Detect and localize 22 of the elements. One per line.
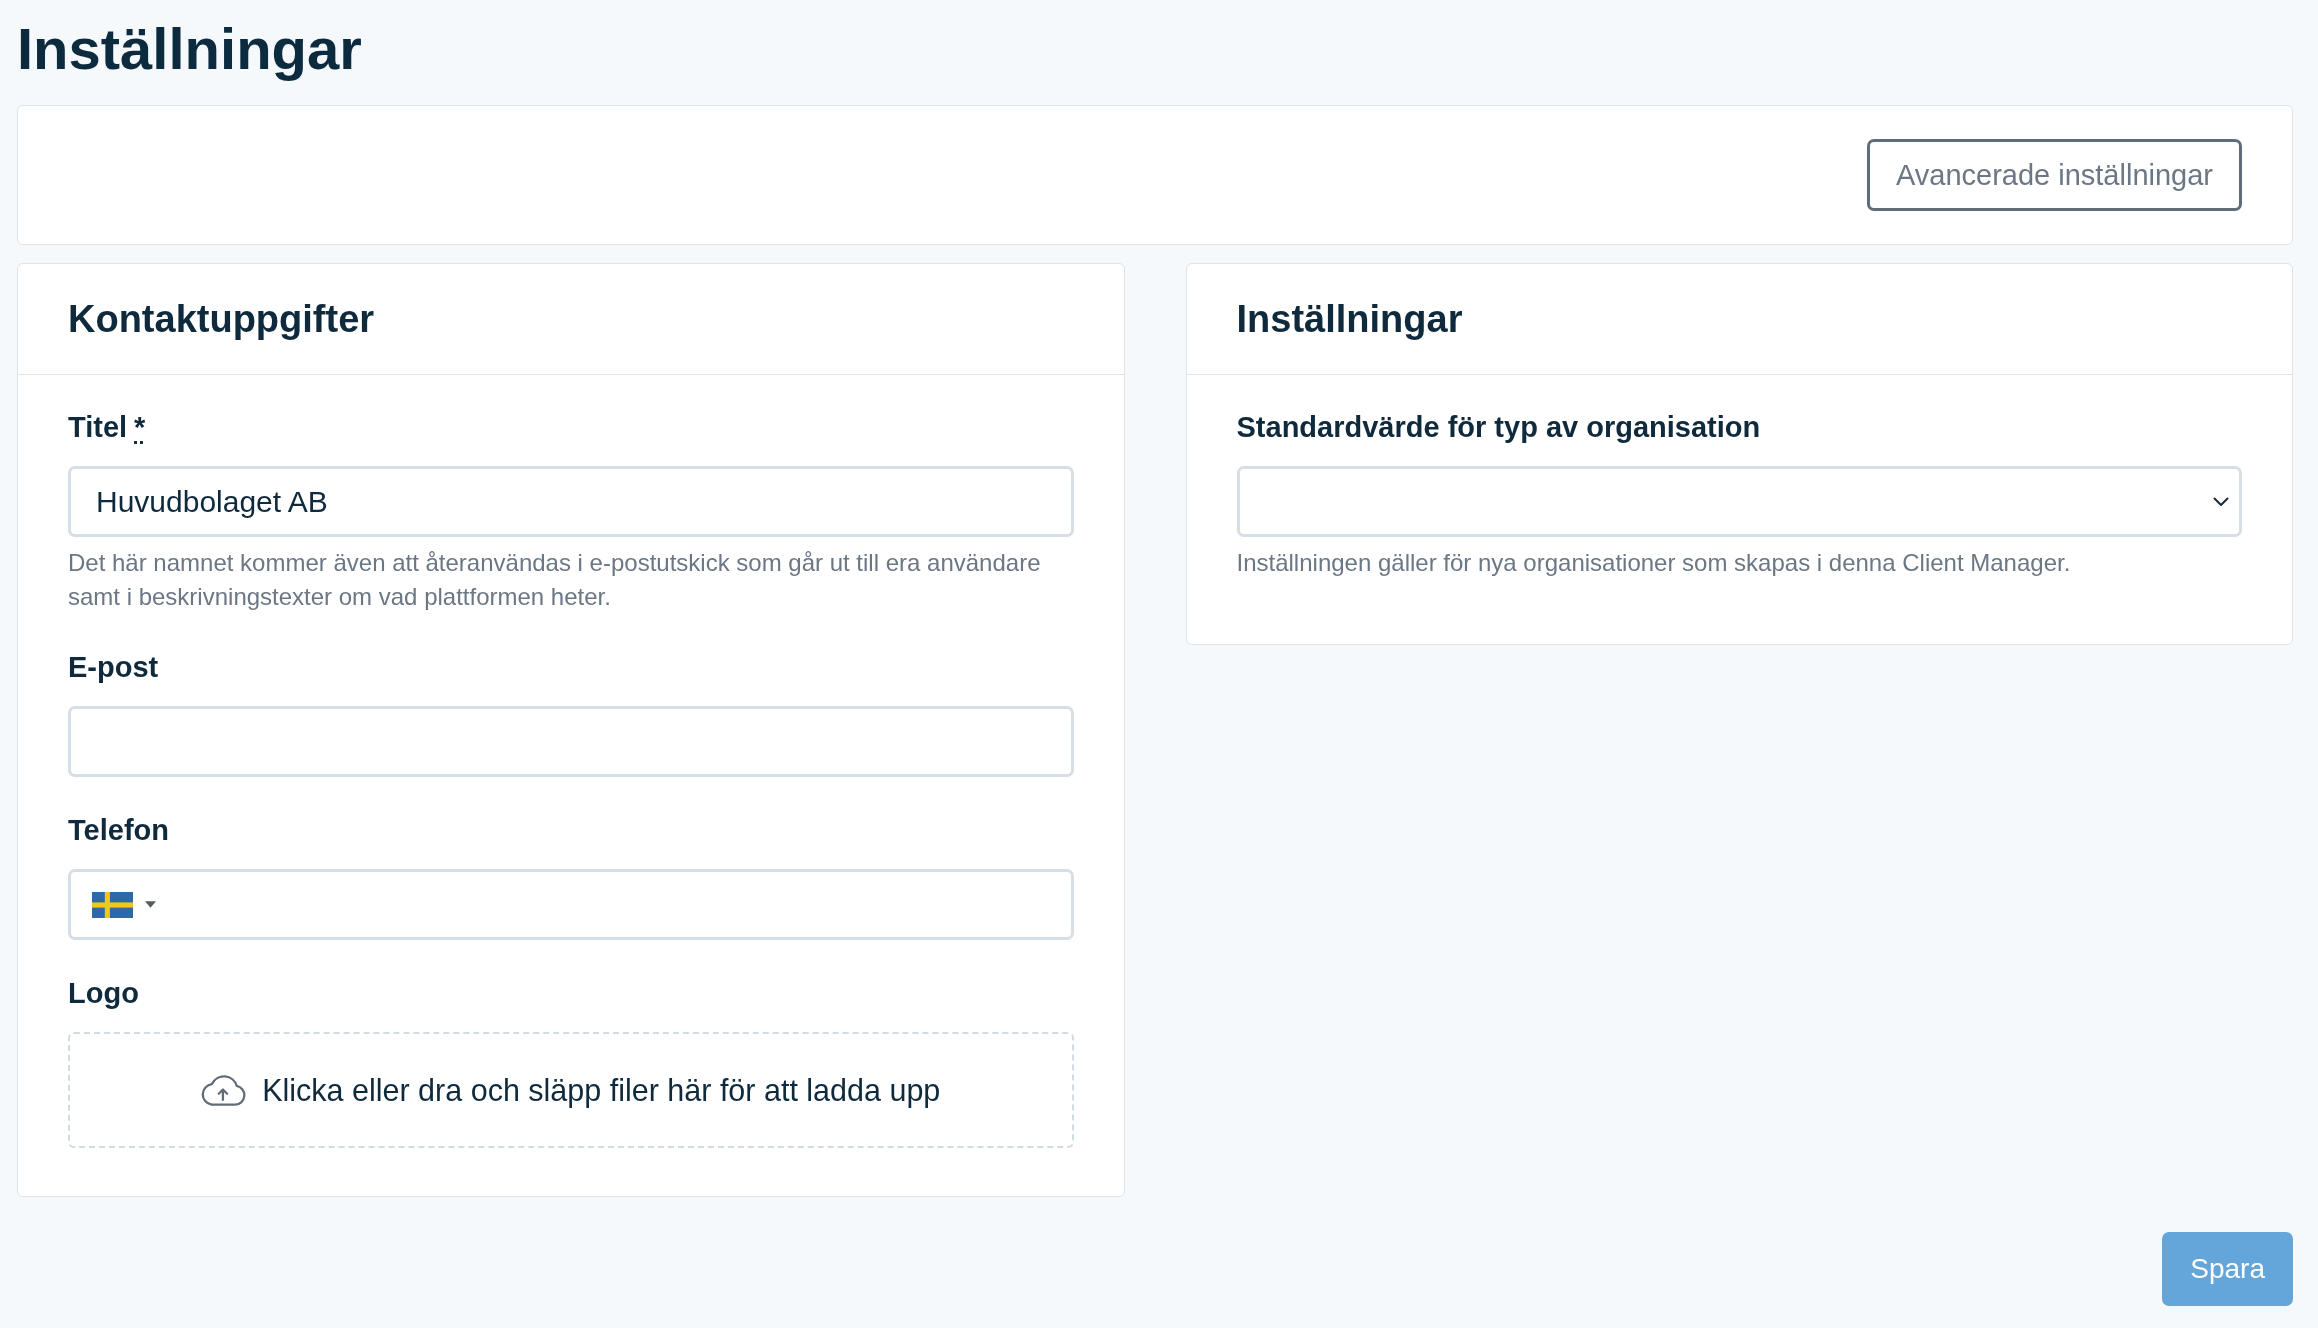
field-label: Standardvärde för typ av organisation (1236, 410, 1761, 445)
upload-dropzone[interactable]: Klicka eller dra och släpp filer här för att ladda upp (68, 1032, 1074, 1148)
field-label: E-post (68, 650, 159, 685)
field-label: Telefon (68, 813, 169, 848)
cloud-upload-icon (201, 1074, 247, 1106)
phone-field[interactable] (68, 869, 1074, 940)
caret-icon[interactable] (145, 901, 156, 908)
text-field[interactable] (68, 706, 1074, 777)
field-label: Logo (68, 976, 139, 1011)
help-text: Det här namnet kommer även att återanvändas i e-postutskick som går ut till era användare samt i beskrivningstexter om vad plattformen heter. (68, 548, 1042, 612)
chevron-down-icon (2213, 496, 2229, 507)
card-title: Inställningar (1236, 297, 1463, 342)
card-title: Kontaktuppgifter (68, 297, 375, 342)
flag-icon[interactable] (92, 891, 133, 918)
page-title: Inställningar (17, 15, 362, 83)
select-field[interactable] (1236, 466, 2242, 537)
upload-hint: Klicka eller dra och släpp filer här för att ladda upp (262, 1072, 941, 1108)
field-label: Titel (68, 410, 128, 445)
advanced-settings-button[interactable]: Avancerade inställningar (1866, 139, 2242, 211)
help-text: Inställningen gäller för nya organisationer som skapas i denna Client Manager. (1236, 548, 2072, 578)
text-field[interactable]: Huvudbolaget AB (68, 466, 1074, 537)
required-mark: * (134, 410, 146, 445)
